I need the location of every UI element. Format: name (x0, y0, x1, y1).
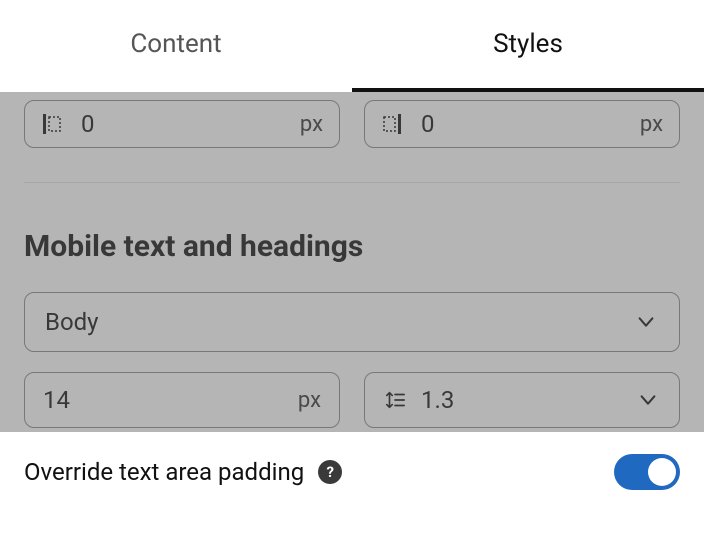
styles-panel: 0 px 0 px Mobile text and headings Body (0, 92, 704, 540)
tab-styles-label: Styles (493, 29, 563, 59)
padding-left-unit: px (300, 112, 323, 137)
font-size-unit: px (298, 388, 321, 413)
override-toggle[interactable] (614, 454, 680, 490)
help-icon[interactable]: ? (318, 460, 342, 484)
line-height-field[interactable]: 1.3 (364, 372, 680, 428)
metric-row: 14 px 1.3 (24, 372, 680, 428)
tab-styles[interactable]: Styles (352, 0, 704, 92)
override-row: Override text area padding ? (0, 432, 704, 490)
font-size-field[interactable]: 14 px (24, 372, 340, 428)
help-icon-symbol: ? (326, 463, 333, 481)
tab-content-label: Content (130, 29, 221, 59)
toggle-knob (648, 458, 676, 486)
chevron-down-icon (633, 309, 659, 335)
line-height-icon (383, 388, 407, 412)
padding-row: 0 px 0 px (24, 92, 680, 183)
padding-right-unit: px (640, 112, 663, 137)
override-label: Override text area padding (24, 458, 304, 486)
text-style-select[interactable]: Body (24, 292, 680, 352)
chevron-down-icon (635, 387, 661, 413)
padding-right-field[interactable]: 0 px (364, 100, 680, 148)
dimmed-region: 0 px 0 px Mobile text and headings Body (0, 92, 704, 432)
line-height-value: 1.3 (421, 386, 627, 414)
font-size-value: 14 (43, 386, 298, 414)
section-heading: Mobile text and headings (24, 229, 680, 264)
padding-left-field[interactable]: 0 px (24, 100, 340, 148)
padding-left-value: 0 (81, 110, 300, 138)
tab-content[interactable]: Content (0, 0, 352, 92)
padding-right-icon (381, 113, 403, 135)
padding-left-icon (41, 113, 63, 135)
tabs: Content Styles (0, 0, 704, 92)
text-style-select-label: Body (45, 308, 633, 336)
padding-right-value: 0 (421, 110, 640, 138)
